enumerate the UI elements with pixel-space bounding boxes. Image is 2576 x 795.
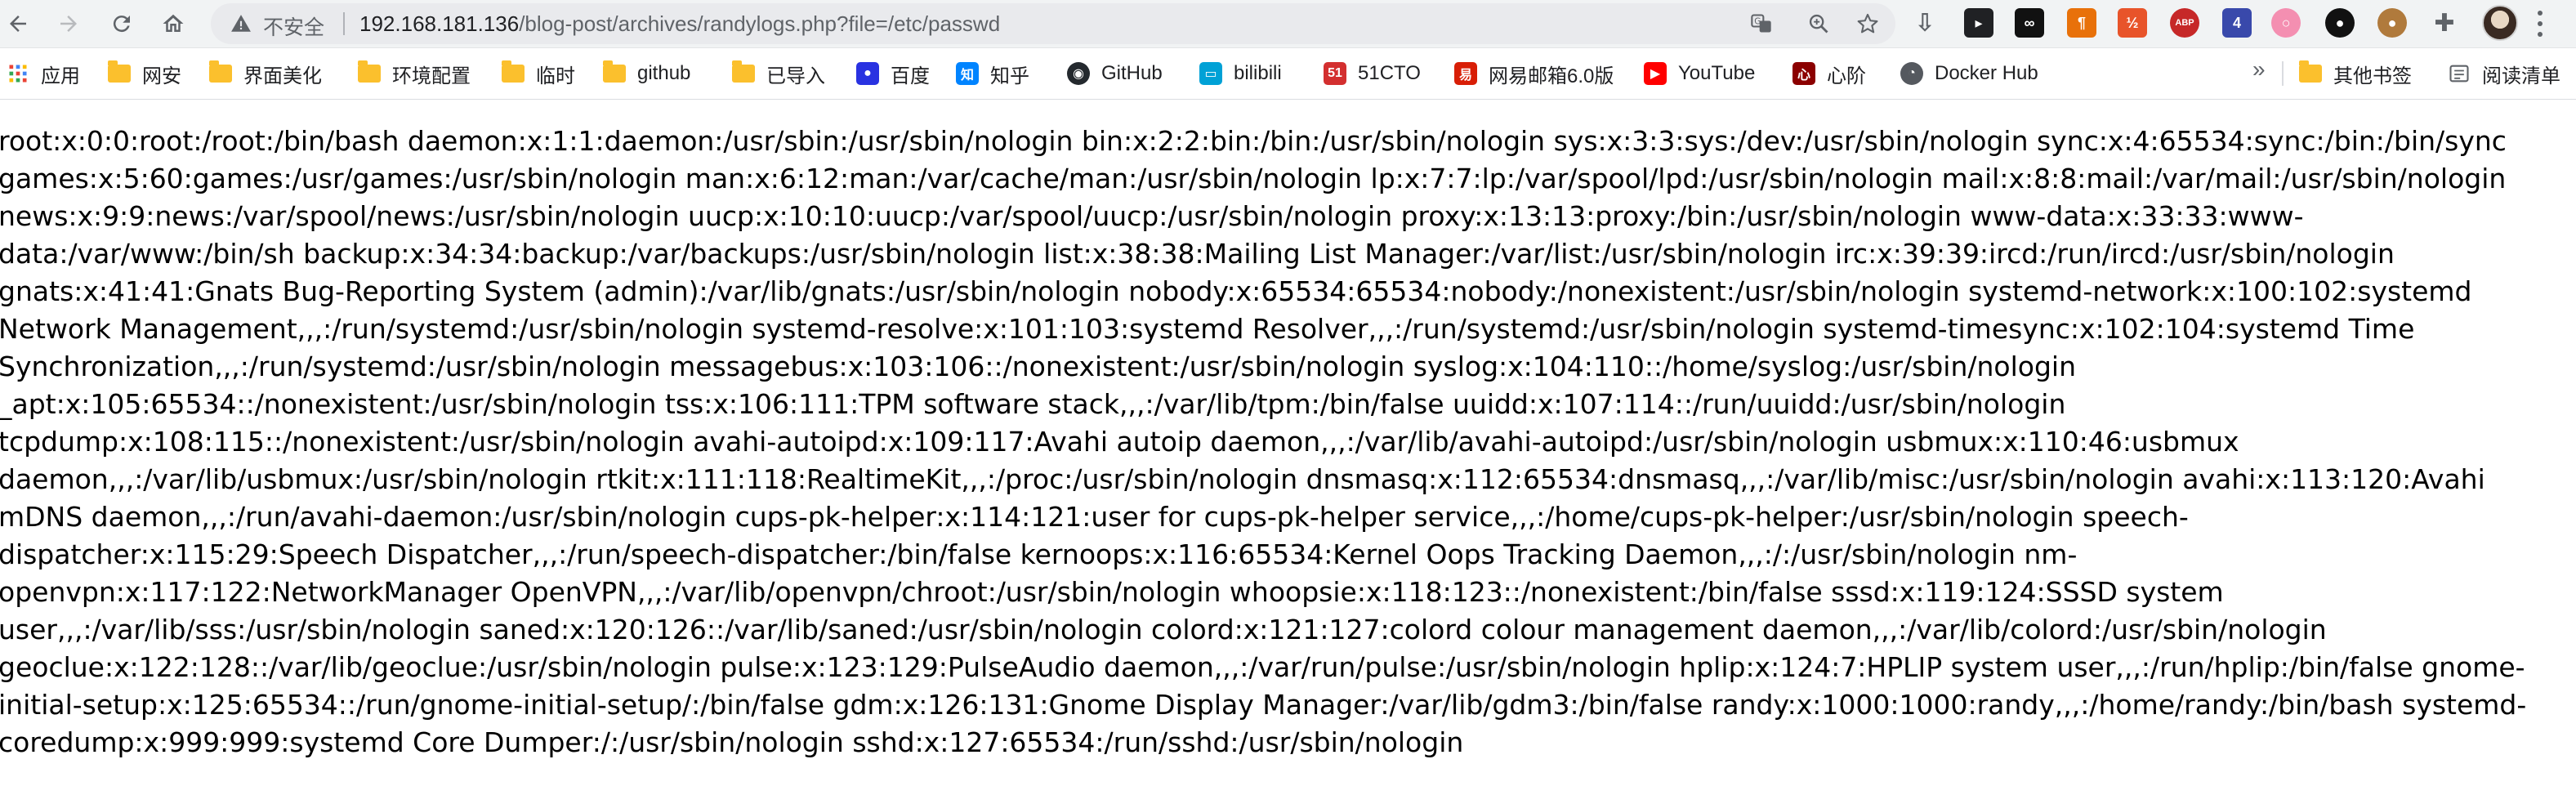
arrow-extension-icon[interactable]: ▸ [1964, 8, 1993, 38]
back-button[interactable] [0, 6, 36, 42]
warning-triangle-icon [231, 15, 251, 32]
bookmark-label: 知乎 [990, 65, 1029, 87]
bookmark-label: 网易邮箱6.0版 [1489, 65, 1614, 87]
svg-text:G: G [1754, 17, 1761, 27]
bookmark-label: YouTube [1678, 62, 1756, 84]
baidu-paw-icon: ● [856, 62, 879, 85]
bookmarks-bar: 应用 网安 界面美化 环境配置 临时 github 已导入 ● 百度 知知乎 ◉ GitHub ▭ bil… [0, 48, 2576, 100]
bookmark-github[interactable]: ◉ GitHub [1067, 48, 1163, 99]
reading-list-icon [2448, 62, 2471, 85]
security-status-label[interactable]: 不安全 [263, 11, 324, 41]
bookmark-label: 其他书签 [2333, 65, 2412, 87]
home-button[interactable] [155, 6, 191, 42]
abp-extension-icon[interactable]: ABP [2170, 8, 2199, 38]
bookmark-folder-env[interactable]: 环境配置 [358, 48, 471, 99]
arrow-left-icon [10, 16, 26, 32]
url-text[interactable]: 192.168.181.136/blog-post/archives/randy… [359, 11, 1000, 37]
menu-dots-icon[interactable] [2536, 11, 2544, 37]
puzzle-extensions-icon[interactable]: ✚ [2430, 8, 2459, 38]
cookie-extension-icon[interactable]: ● [2377, 8, 2407, 38]
bookmark-mail163[interactable]: 易网易邮箱6.0版 [1454, 48, 1614, 99]
bookmark-star-icon[interactable] [1855, 11, 1881, 37]
bookmark-folder-temp[interactable]: 临时 [502, 48, 575, 99]
bookmark-zhihu[interactable]: 知知乎 [956, 48, 1029, 99]
forward-button[interactable] [51, 6, 87, 42]
bilibili-tv-icon: ▭ [1199, 62, 1222, 85]
bookmark-label: 环境配置 [392, 65, 471, 87]
bookmark-label: 百度 [891, 65, 930, 87]
bookmark-bilibili[interactable]: ▭ bilibili [1199, 48, 1282, 99]
pink-ring-extension-icon[interactable]: ○ [2271, 8, 2301, 38]
folder-icon [502, 60, 525, 85]
bookmark-folder-wangan[interactable]: 网安 [108, 48, 181, 99]
folder-icon [108, 60, 131, 85]
bookmark-label: 心阶 [1827, 65, 1866, 87]
bookmark-label: 网安 [142, 65, 181, 87]
bookmarks-divider [2282, 61, 2284, 86]
bookmark-label: 界面美化 [243, 65, 322, 87]
51cto-icon: 51 [1324, 62, 1346, 85]
bookmark-folder-github[interactable]: github [603, 48, 690, 99]
address-bar[interactable]: 不安全 192.168.181.136/blog-post/archives/r… [211, 3, 1895, 44]
xinjie-icon: 心 [1792, 62, 1815, 85]
bookmark-apps[interactable]: 应用 [7, 48, 80, 99]
browser-toolbar: 不安全 192.168.181.136/blog-post/archives/r… [0, 0, 2576, 48]
apps-grid-icon [7, 62, 29, 85]
folder-icon [603, 60, 626, 85]
circle-extension-icon[interactable]: ● [2325, 8, 2355, 38]
bookmark-label: 临时 [536, 65, 575, 87]
reading-list-label: 阅读清单 [2482, 65, 2560, 87]
zhihu-icon: 知 [956, 62, 979, 85]
bookmark-folder-ui[interactable]: 界面美化 [209, 48, 322, 99]
paragraph-extension-icon[interactable]: ¶ [2067, 8, 2096, 38]
bookmark-label: github [637, 62, 691, 84]
bookmarks-overflow-chevron[interactable]: » [2252, 56, 2266, 83]
bookmark-label: 51CTO [1358, 62, 1421, 84]
arrow-right-icon [60, 16, 77, 32]
folder-icon [358, 60, 381, 85]
url-host: 192.168.181.136 [359, 11, 520, 36]
reload-icon [113, 16, 130, 33]
folder-icon [209, 60, 232, 85]
reading-list-button[interactable]: 阅读清单 [2448, 48, 2560, 99]
download-icon[interactable]: ⇩ [1910, 8, 1940, 38]
bookmark-other-folder[interactable]: 其他书签 [2299, 48, 2412, 99]
folder-icon [732, 60, 755, 85]
bookmark-label: 已导入 [766, 65, 825, 87]
bookmark-dockerhub[interactable]: ◔ Docker Hub [1900, 48, 2038, 99]
bookmark-label: bilibili [1234, 62, 1282, 84]
half-extension-icon[interactable]: ½ [2118, 8, 2147, 38]
bookmark-label: Docker Hub [1935, 62, 2038, 84]
home-icon [163, 14, 184, 32]
passwd-file-content: root:x:0:0:root:/root:/bin/bash daemon:x… [0, 125, 2527, 758]
ocean-extension-icon[interactable]: 4 [2222, 8, 2252, 38]
bookmark-label: 应用 [41, 65, 80, 87]
url-separator [343, 12, 345, 35]
bookmark-folder-imported[interactable]: 已导入 [732, 48, 825, 99]
bookmark-label: GitHub [1101, 62, 1163, 84]
profile-avatar[interactable] [2482, 5, 2518, 41]
bookmark-xinjie[interactable]: 心心阶 [1792, 48, 1866, 99]
url-path: /blog-post/archives/randylogs.php?file=/… [519, 11, 1001, 36]
bookmark-youtube[interactable]: ▶ YouTube [1644, 48, 1755, 99]
docker-hub-icon: ◔ [1900, 62, 1923, 85]
translate-icon[interactable]: G [1748, 11, 1775, 37]
bookmark-51cto[interactable]: 51 51CTO [1324, 48, 1421, 99]
folder-icon [2299, 60, 2322, 85]
github-octocat-icon: ◉ [1067, 62, 1090, 85]
reload-button[interactable] [104, 6, 140, 42]
zoom-icon[interactable] [1806, 11, 1832, 37]
youtube-play-icon: ▶ [1644, 62, 1667, 85]
infinity-extension-icon[interactable]: ∞ [2015, 8, 2044, 38]
bookmark-baidu[interactable]: ● 百度 [856, 48, 930, 99]
netease-mail-icon: 易 [1454, 62, 1477, 85]
